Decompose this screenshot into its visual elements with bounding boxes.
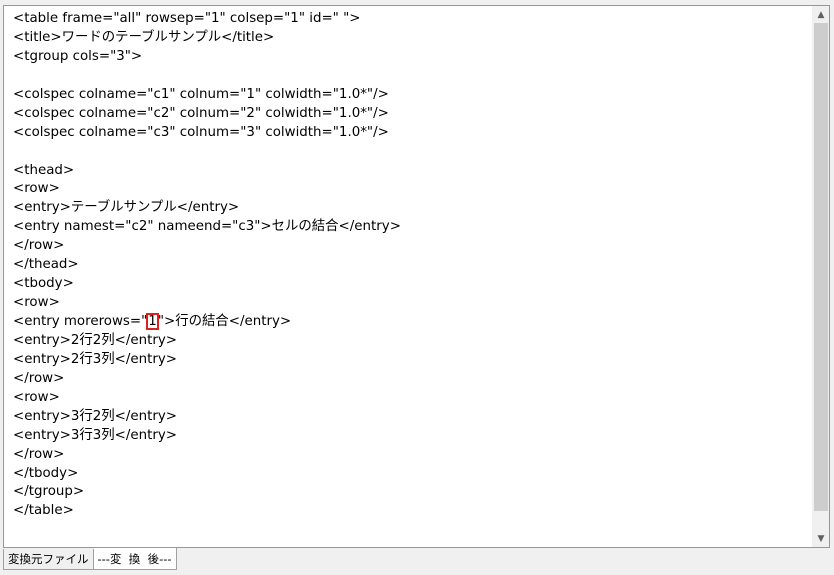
code-line: <title>ワードのテーブルサンプル</title> <box>13 29 275 45</box>
code-line: <entry>テーブルサンプル</entry> <box>13 200 240 216</box>
scroll-down-icon[interactable]: ▼ <box>813 530 829 547</box>
code-line: <tgroup cols="3"> <box>13 48 143 64</box>
code-line: </row> <box>13 238 65 254</box>
vertical-scrollbar[interactable]: ▲ ▼ <box>812 6 829 547</box>
code-line: <entry>2行2列</entry> <box>13 332 178 348</box>
code-line: <entry>3行2列</entry> <box>13 408 178 424</box>
code-line: <colspec colname="c3" colnum="3" colwidt… <box>13 124 389 140</box>
code-line: </tgroup> <box>13 484 85 500</box>
code-line: <row> <box>13 389 60 405</box>
code-line: <colspec colname="c2" colnum="2" colwidt… <box>13 105 389 121</box>
tab-converted[interactable]: ---変 換 後--- <box>93 548 177 570</box>
code-line: </table> <box>13 503 74 519</box>
code-line: <entry namest="c2" nameend="c3">セルの結合</e… <box>13 219 401 235</box>
code-line: <entry>3行3列</entry> <box>13 427 178 443</box>
code-line: </row> <box>13 446 65 462</box>
scroll-thumb[interactable] <box>814 23 828 511</box>
code-line: <thead> <box>13 162 75 178</box>
app-window: <table frame="all" rowsep="1" colsep="1"… <box>0 0 834 575</box>
code-line: </row> <box>13 370 65 386</box>
code-line: <table frame="all" rowsep="1" colsep="1"… <box>13 11 361 26</box>
code-line-suffix: ">行の結合</entry> <box>157 314 292 329</box>
code-line: </thead> <box>13 257 79 273</box>
code-line: <colspec colname="c1" colnum="1" colwidt… <box>13 86 389 102</box>
code-line: <tbody> <box>13 276 74 292</box>
code-line-prefix: <entry morerows=" <box>13 314 148 329</box>
editor-text-area[interactable]: <table frame="all" rowsep="1" colsep="1"… <box>13 10 803 540</box>
code-line: <row> <box>13 295 60 311</box>
code-line: <entry>2行3列</entry> <box>13 351 178 367</box>
highlighted-value: 1 <box>146 313 159 330</box>
code-line: </tbody> <box>13 465 79 481</box>
text-editor[interactable]: <table frame="all" rowsep="1" colsep="1"… <box>3 5 830 548</box>
scroll-up-icon[interactable]: ▲ <box>813 6 829 23</box>
code-line: <row> <box>13 181 60 197</box>
code-line: <entry morerows="1">行の結合</entry> <box>13 313 803 332</box>
bottom-tab-bar: 変換元ファイル ---変 換 後--- <box>3 548 177 571</box>
tab-source-file[interactable]: 変換元ファイル <box>3 549 94 570</box>
